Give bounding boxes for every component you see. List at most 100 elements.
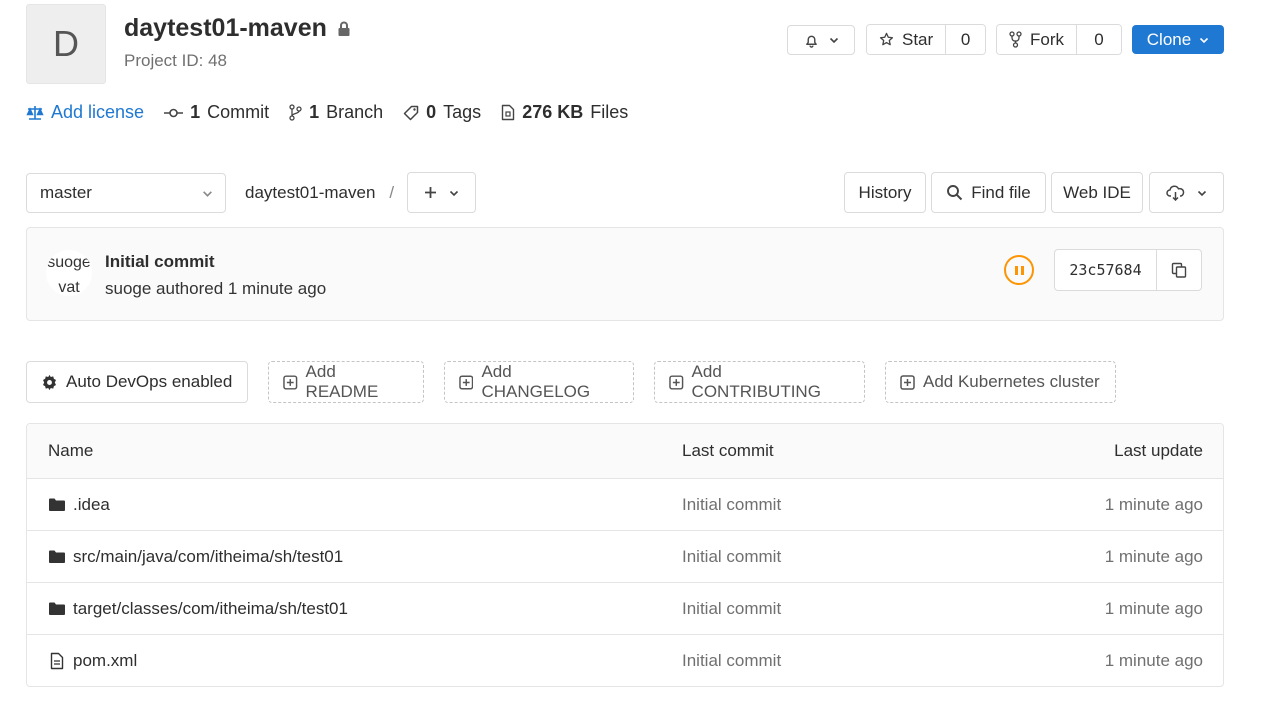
- file-commit[interactable]: Initial commit: [682, 495, 982, 515]
- file-name[interactable]: .idea: [73, 495, 110, 515]
- fork-button-group: Fork 0: [996, 24, 1122, 55]
- star-count[interactable]: 0: [946, 25, 985, 54]
- tags-label: Tags: [443, 102, 482, 122]
- plus-square-icon: [283, 374, 298, 390]
- author-avatar[interactable]: suoge vat: [46, 250, 92, 296]
- cloud-download-icon: [1166, 184, 1185, 201]
- tags-count: 0: [426, 102, 437, 122]
- project-name[interactable]: daytest01-maven: [124, 14, 327, 43]
- star-label: Star: [902, 29, 934, 49]
- file-name[interactable]: src/main/java/com/itheima/sh/test01: [73, 547, 343, 567]
- add-contributing-label: Add CONTRIBUTING: [691, 362, 821, 401]
- folder-icon: [49, 602, 65, 615]
- tag-icon: [403, 105, 419, 120]
- project-title: daytest01-maven: [124, 14, 351, 43]
- commits-stat[interactable]: 1 Commit: [164, 102, 269, 123]
- chevron-down-icon: [1197, 190, 1207, 196]
- header-last-commit: Last commit: [682, 441, 774, 460]
- branches-count: 1: [309, 102, 320, 122]
- web-ide-button[interactable]: Web IDE: [1051, 172, 1143, 213]
- file-updated: 1 minute ago: [1104, 598, 1203, 618]
- pipeline-status-icon[interactable]: [1004, 255, 1034, 285]
- files-label: Files: [590, 102, 629, 122]
- table-row[interactable]: pom.xml Initial commit 1 minute ago: [27, 634, 1223, 686]
- fork-button[interactable]: Fork: [997, 25, 1077, 54]
- file-icon: [50, 652, 64, 669]
- commit-title[interactable]: Initial commit: [105, 252, 215, 272]
- add-kubernetes-button[interactable]: Add Kubernetes cluster: [885, 361, 1116, 403]
- add-readme-button[interactable]: Add README: [268, 361, 424, 403]
- bell-icon: [805, 35, 817, 48]
- file-name[interactable]: pom.xml: [73, 651, 137, 671]
- breadcrumb-root[interactable]: daytest01-maven: [245, 183, 375, 203]
- branches-stat[interactable]: 1 Branch: [289, 102, 383, 123]
- file-updated: 1 minute ago: [1104, 546, 1203, 566]
- file-updated: 1 minute ago: [1104, 494, 1203, 514]
- find-file-button[interactable]: Find file: [931, 172, 1046, 213]
- clone-dropdown-button[interactable]: Clone: [1132, 25, 1224, 54]
- star-button[interactable]: Star: [867, 25, 947, 54]
- branch-icon: [289, 104, 302, 121]
- file-name[interactable]: target/classes/com/itheima/sh/test01: [73, 599, 348, 619]
- add-license-link[interactable]: Add license: [26, 102, 144, 123]
- pause-bar: [1020, 265, 1024, 275]
- web-ide-label: Web IDE: [1063, 182, 1131, 202]
- add-kubernetes-label: Add Kubernetes cluster: [923, 372, 1100, 391]
- add-changelog-label: Add CHANGELOG: [481, 362, 591, 401]
- file-commit[interactable]: Initial commit: [682, 651, 982, 671]
- plus-square-icon: [459, 375, 474, 389]
- search-icon: [947, 185, 963, 201]
- project-stats: Add license 1 Commit 1 Branch 0 Tags 276…: [26, 102, 628, 123]
- star-icon: [879, 32, 894, 46]
- project-id: Project ID: 48: [124, 51, 227, 70]
- history-button[interactable]: History: [844, 172, 926, 213]
- file-tree-table: Name Last commit Last update .idea Initi…: [26, 423, 1224, 687]
- commits-count: 1: [190, 102, 201, 122]
- chevron-down-icon: [1200, 37, 1209, 43]
- breadcrumb-separator: /: [389, 183, 395, 202]
- history-label: History: [858, 182, 912, 202]
- copy-sha-button[interactable]: [1157, 250, 1201, 290]
- plus-icon: [425, 187, 436, 198]
- gear-icon: [43, 374, 56, 390]
- scale-icon: [26, 105, 44, 120]
- file-storage-icon: [501, 104, 515, 121]
- branch-selector[interactable]: master: [26, 173, 226, 213]
- lock-icon: [338, 21, 350, 36]
- plus-square-icon: [900, 374, 915, 390]
- table-row[interactable]: .idea Initial commit 1 minute ago: [27, 478, 1223, 530]
- files-stat[interactable]: 276 KB Files: [501, 102, 628, 123]
- notification-dropdown[interactable]: [787, 25, 855, 55]
- add-contributing-button[interactable]: Add CONTRIBUTING: [654, 361, 865, 403]
- folder-icon: [49, 498, 65, 511]
- table-header: Name Last commit Last update: [27, 424, 1223, 478]
- find-file-label: Find file: [971, 182, 1031, 202]
- file-updated: 1 minute ago: [1104, 650, 1203, 670]
- chevron-down-icon: [449, 190, 459, 196]
- last-commit-panel: [26, 227, 1224, 321]
- fork-count[interactable]: 0: [1077, 25, 1121, 54]
- download-dropdown[interactable]: [1149, 172, 1224, 213]
- commit-meta: suoge authored 1 minute ago: [105, 279, 327, 298]
- files-size: 276 KB: [522, 102, 584, 122]
- folder-icon: [49, 550, 65, 563]
- branch-name: master: [40, 183, 92, 202]
- auto-devops-button[interactable]: Auto DevOps enabled: [26, 361, 248, 403]
- auto-devops-label: Auto DevOps enabled: [66, 372, 233, 391]
- table-row[interactable]: target/classes/com/itheima/sh/test01 Ini…: [27, 582, 1223, 634]
- file-commit[interactable]: Initial commit: [682, 599, 982, 619]
- commit-sha[interactable]: 23c57684: [1055, 250, 1157, 290]
- file-commit[interactable]: Initial commit: [682, 547, 982, 567]
- commits-label: Commit: [207, 102, 270, 122]
- project-avatar-letter: D: [53, 23, 79, 64]
- copy-icon: [1171, 262, 1187, 278]
- header-last-update: Last update: [1114, 441, 1203, 460]
- add-to-tree-dropdown[interactable]: [407, 172, 476, 213]
- tags-stat[interactable]: 0 Tags: [403, 102, 481, 123]
- header-name: Name: [48, 441, 94, 460]
- star-button-group: Star 0: [866, 24, 986, 55]
- add-changelog-button[interactable]: Add CHANGELOG: [444, 361, 634, 403]
- table-row[interactable]: src/main/java/com/itheima/sh/test01 Init…: [27, 530, 1223, 582]
- commit-sha-group: 23c57684: [1054, 249, 1202, 291]
- fork-label: Fork: [1030, 29, 1064, 49]
